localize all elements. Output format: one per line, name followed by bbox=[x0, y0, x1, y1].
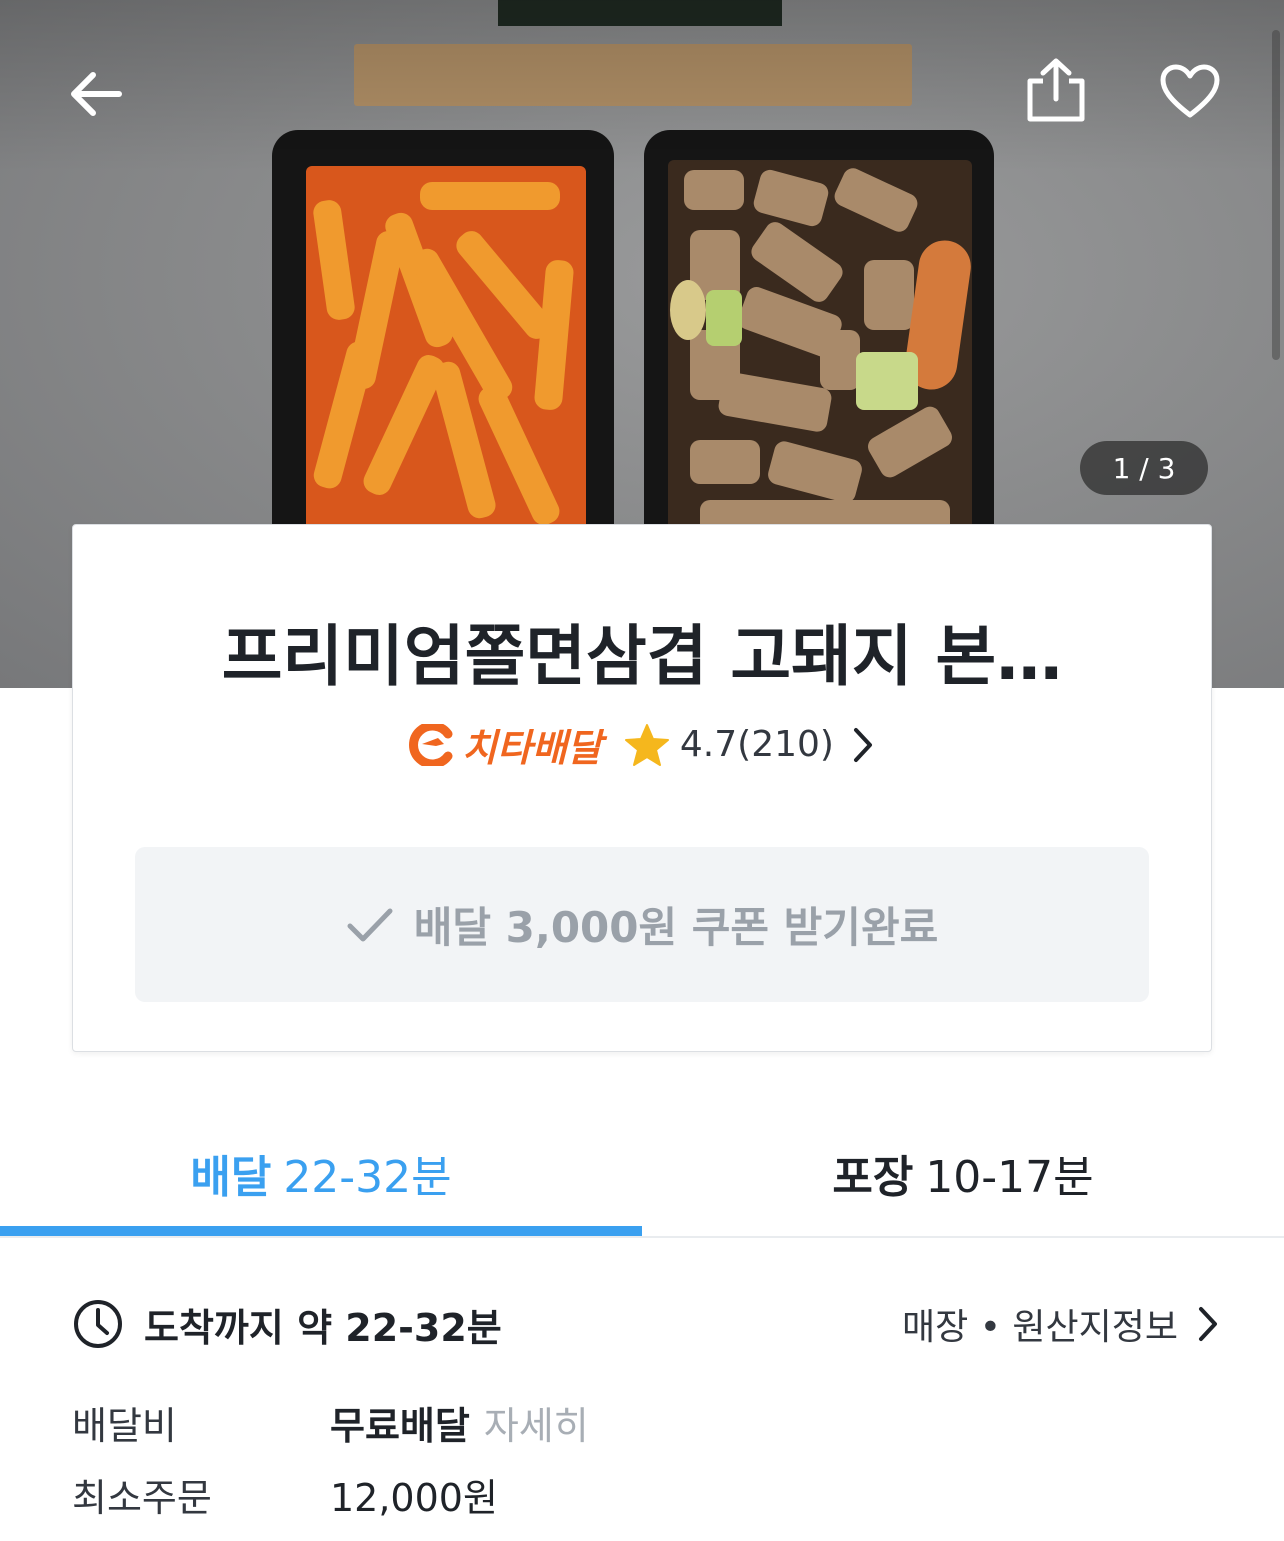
tab-delivery-label: 배달 bbox=[190, 1152, 272, 1203]
eta-row: 도착까지 약 22-32분 매장 • 원산지정보 bbox=[72, 1296, 1220, 1352]
tab-pickup[interactable]: 포장 10-17분 bbox=[642, 1110, 1284, 1236]
brand-name: 치타배달 bbox=[462, 726, 602, 770]
checkmark-icon bbox=[347, 908, 393, 941]
min-order-value: 12,000원 bbox=[330, 1475, 498, 1520]
eta-text: 도착까지 약 22-32분 bbox=[144, 1305, 502, 1350]
delivery-fee-label: 배달비 bbox=[72, 1403, 177, 1448]
min-order-label: 최소주문 bbox=[72, 1475, 212, 1520]
scrollbar[interactable] bbox=[1272, 30, 1280, 360]
eta: 도착까지 약 22-32분 bbox=[72, 1297, 502, 1352]
order-type-tabs: 배달 22-32분 포장 10-17분 bbox=[0, 1110, 1284, 1238]
tab-pickup-label: 포장 bbox=[832, 1152, 914, 1203]
chevron-right-icon bbox=[1199, 1307, 1217, 1341]
chevron-right-icon[interactable] bbox=[850, 726, 876, 764]
delivery-fee-row: 배달비 무료배달 자세히 bbox=[72, 1394, 872, 1450]
tab-delivery-time: 22-32분 bbox=[283, 1152, 452, 1203]
delivery-fee-detail-link[interactable]: 자세히 bbox=[484, 1395, 589, 1450]
tab-delivery[interactable]: 배달 22-32분 bbox=[0, 1110, 642, 1236]
store-origin-info-label: 매장 • 원산지정보 bbox=[902, 1307, 1178, 1348]
clock-icon bbox=[74, 1300, 122, 1348]
rating-text[interactable]: 4.7(210) bbox=[680, 724, 834, 765]
store-info-card: 프리미엄쫄면삼겹 고돼지 본… 치타배달 4.7(210) 배달 3,000원 … bbox=[72, 524, 1212, 1052]
share-icon[interactable] bbox=[1024, 56, 1088, 124]
active-tab-indicator bbox=[0, 1226, 642, 1236]
cheetah-delivery-badge: 치타배달 bbox=[408, 717, 602, 772]
coupon-text: 배달 3,000원 쿠폰 받기완료 bbox=[413, 903, 939, 952]
min-order-row: 최소주문 12,000원 bbox=[72, 1466, 872, 1522]
heart-icon[interactable] bbox=[1158, 62, 1222, 120]
coupon-button[interactable]: 배달 3,000원 쿠폰 받기완료 bbox=[135, 847, 1149, 1002]
image-counter-badge: 1 / 3 bbox=[1080, 441, 1208, 495]
star-icon bbox=[624, 723, 669, 766]
store-origin-info-link[interactable]: 매장 • 원산지정보 bbox=[902, 1298, 1220, 1350]
tab-pickup-time: 10-17분 bbox=[925, 1152, 1094, 1203]
delivery-fee-value: 무료배달 bbox=[330, 1395, 470, 1450]
store-meta-row[interactable]: 치타배달 4.7(210) bbox=[73, 717, 1211, 772]
delivery-fee-amount: 무료배달 bbox=[330, 1403, 470, 1448]
store-name: 프리미엄쫄면삼겹 고돼지 본… bbox=[221, 618, 1063, 695]
back-arrow-icon[interactable] bbox=[64, 62, 128, 126]
cheetah-logo-icon bbox=[409, 723, 453, 766]
